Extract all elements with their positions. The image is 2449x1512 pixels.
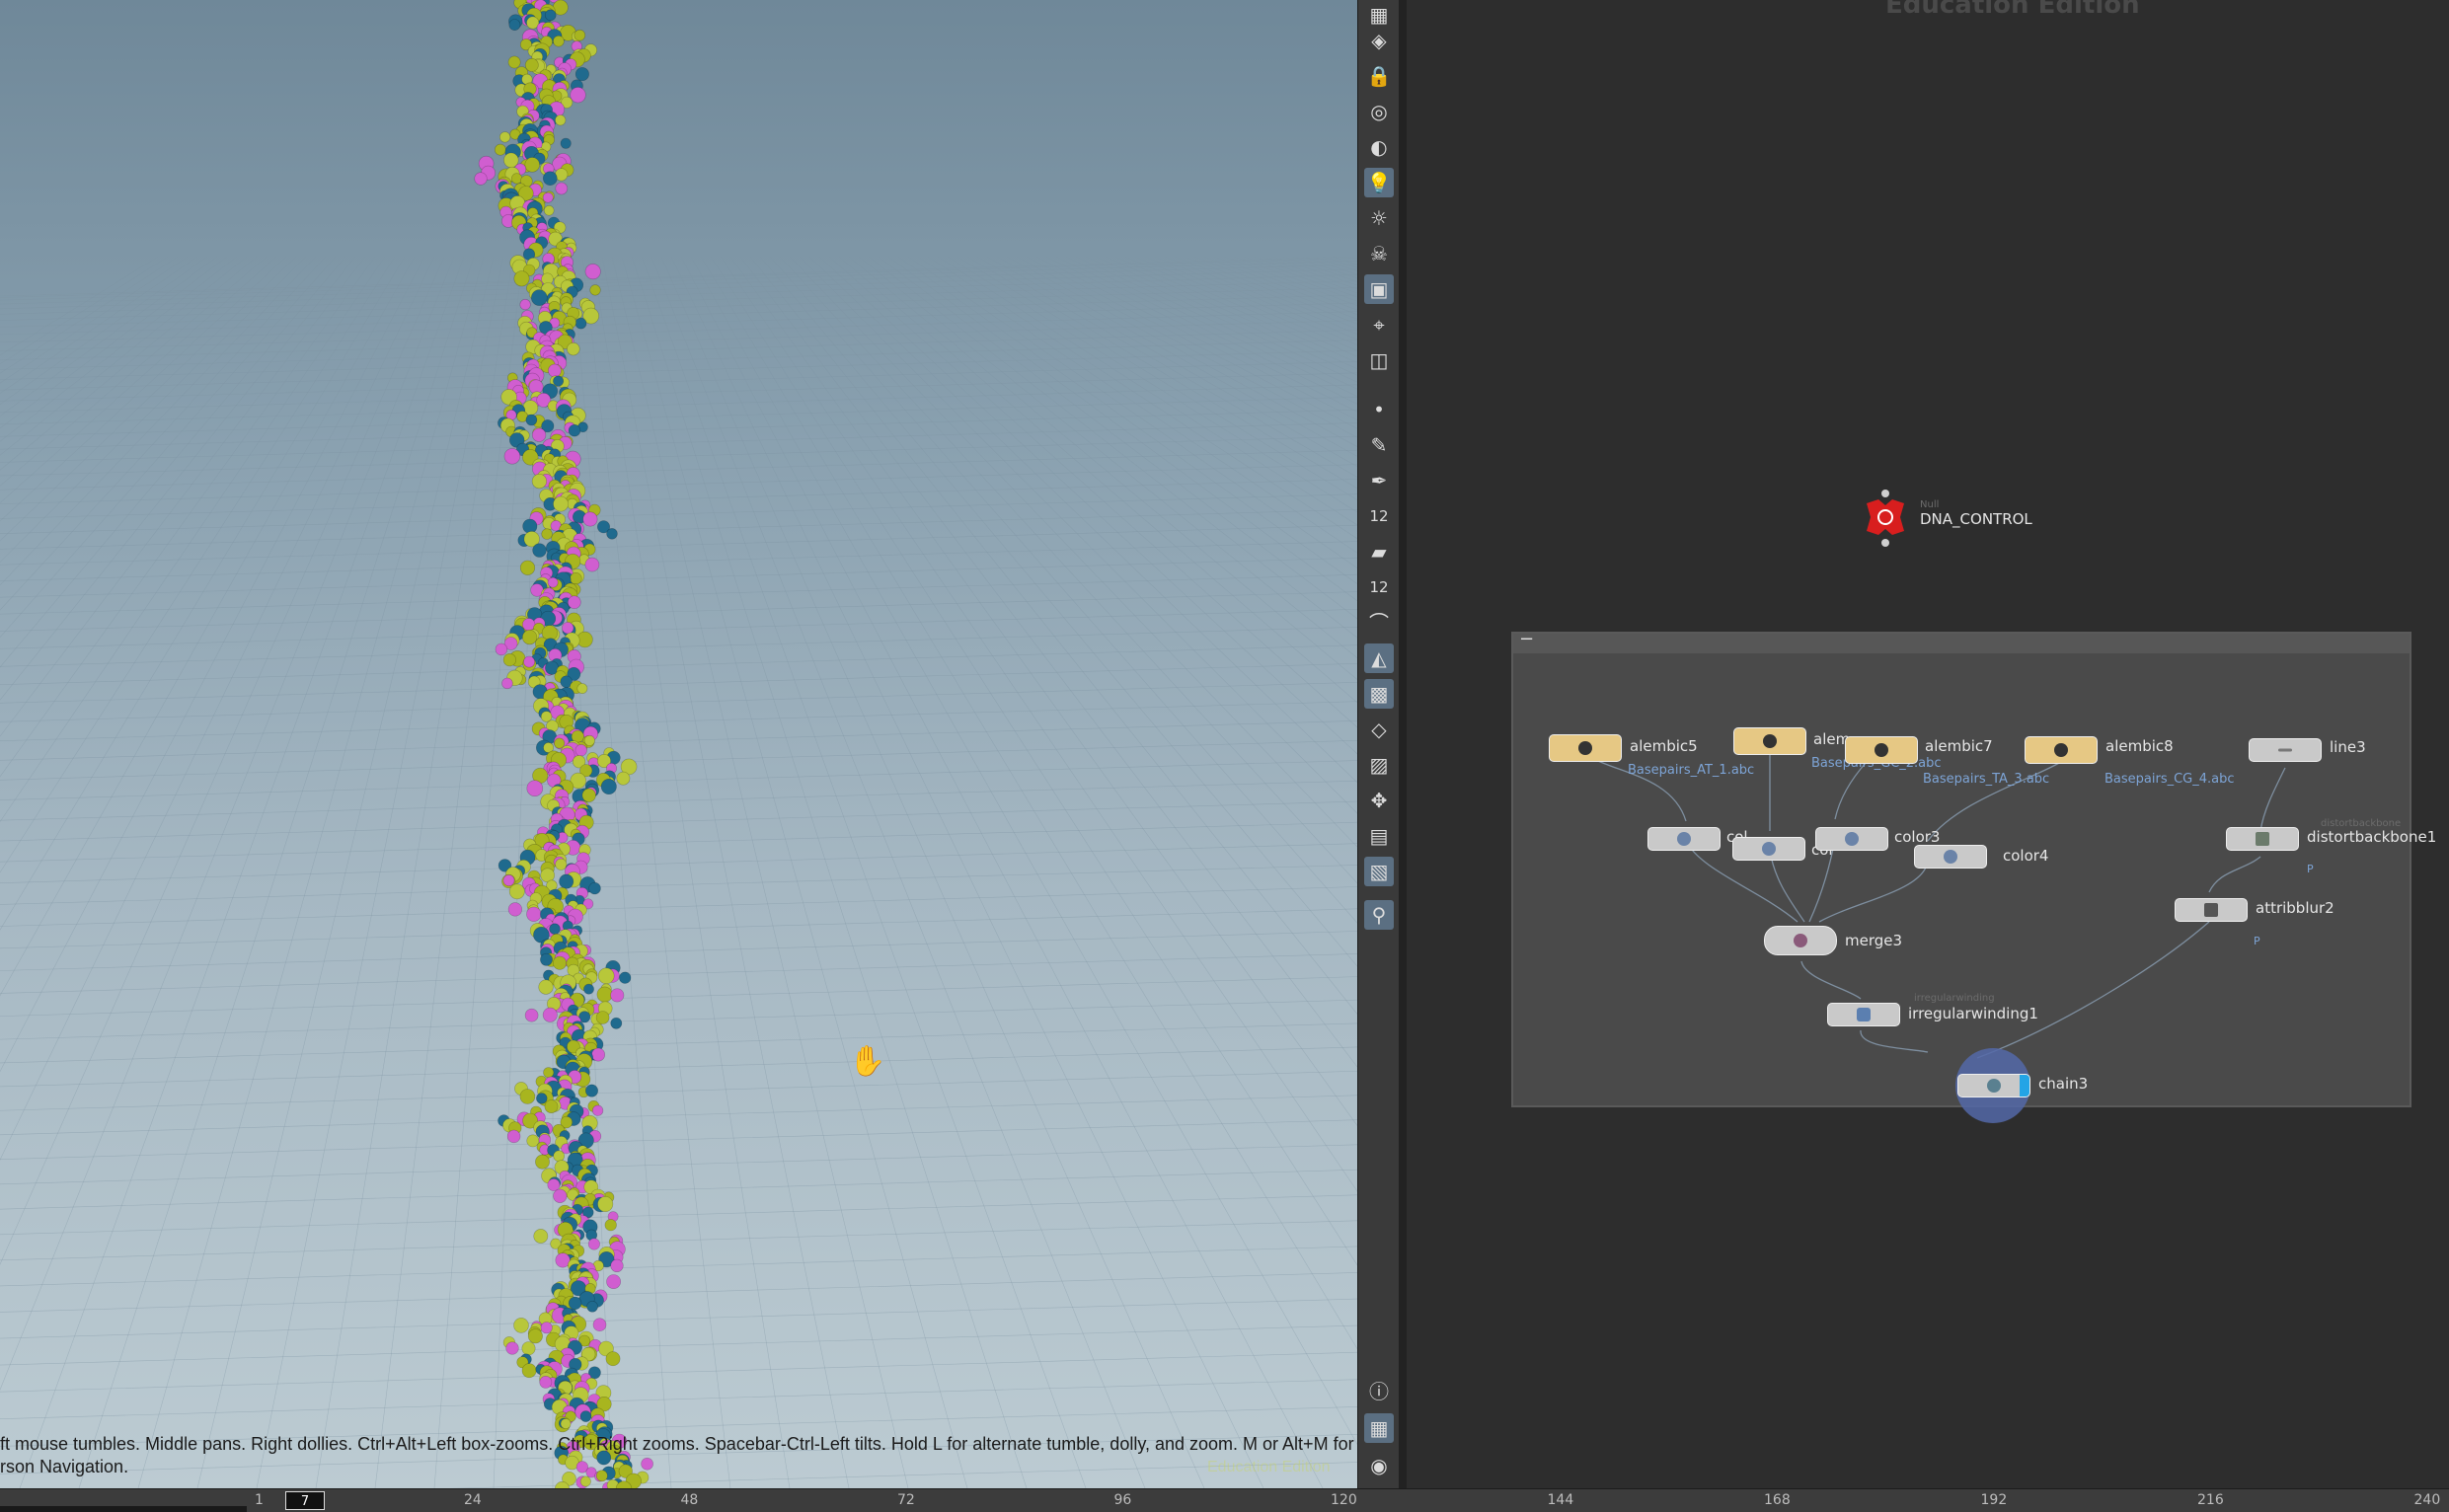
node-merge3-label: merge3 bbox=[1845, 932, 1903, 949]
eye-icon[interactable]: ◉ bbox=[1364, 1451, 1394, 1480]
timeline-tick: 216 bbox=[2197, 1492, 2224, 1508]
node-irregularwinding1-label: irregularwinding1 bbox=[1908, 1005, 2038, 1022]
lock-icon[interactable]: 🔒 bbox=[1364, 61, 1394, 91]
layout-icon[interactable]: ▦ bbox=[1364, 1413, 1394, 1443]
brush-icon[interactable]: ✎ bbox=[1364, 430, 1394, 460]
skull-icon[interactable]: ☠ bbox=[1364, 239, 1394, 268]
node-color4[interactable] bbox=[1914, 845, 1987, 869]
node-distortbackbone1[interactable] bbox=[2226, 827, 2299, 851]
timeline-tick: 24 bbox=[464, 1492, 482, 1508]
timeline-start-frame: 1 bbox=[255, 1492, 264, 1508]
node-alembic7-label: alembic7 bbox=[1925, 737, 1993, 755]
node-color4-label: color4 bbox=[2003, 847, 2049, 865]
camera-view-icon[interactable]: ⌖ bbox=[1364, 310, 1394, 340]
timeline-tick: 144 bbox=[1547, 1492, 1574, 1508]
node-alembic8-file: Basepairs_CG_4.abc bbox=[2105, 772, 2235, 787]
playback-range[interactable] bbox=[0, 1506, 247, 1512]
timeline-tick: 240 bbox=[2413, 1492, 2441, 1508]
node-wires bbox=[1584, 742, 2286, 1059]
ghost-icon[interactable]: ◎ bbox=[1364, 97, 1394, 126]
scene-viewport[interactable]: ft mouse tumbles. Middle pans. Right dol… bbox=[0, 0, 1357, 1488]
null-node-label[interactable]: DNA_CONTROL bbox=[1920, 510, 2032, 528]
paint-icon[interactable]: ▰ bbox=[1364, 537, 1394, 567]
timeline-tick: 96 bbox=[1113, 1492, 1132, 1508]
pen-icon[interactable]: ✒ bbox=[1364, 466, 1394, 495]
hand-pan-icon: ✋ bbox=[849, 1044, 886, 1079]
node-alembic8[interactable] bbox=[2025, 736, 2098, 764]
node-alembic5-label: alembic5 bbox=[1630, 737, 1698, 755]
node-alembic7-file: Basepairs_TA_3.abc bbox=[1923, 772, 2050, 787]
timeline-tick: 168 bbox=[1764, 1492, 1791, 1508]
checker-icon[interactable]: ▩ bbox=[1364, 679, 1394, 709]
dna-helix-model bbox=[474, 0, 653, 1488]
viewport-hint-text: ft mouse tumbles. Middle pans. Right dol… bbox=[0, 1434, 1357, 1476]
pin-icon[interactable]: ⚲ bbox=[1364, 900, 1394, 930]
info-icon[interactable]: ⓘ bbox=[1364, 1377, 1394, 1406]
node-distortbackbone1-flag: P bbox=[2307, 863, 2314, 875]
point-icon[interactable]: • bbox=[1364, 395, 1394, 424]
node-chain3[interactable] bbox=[1957, 1074, 2030, 1097]
shading-icon[interactable]: ◐ bbox=[1364, 132, 1394, 162]
pane-divider[interactable] bbox=[1399, 0, 1407, 1488]
background-icon[interactable]: ▧ bbox=[1364, 857, 1394, 886]
curve-icon[interactable]: ⌒ bbox=[1364, 608, 1394, 638]
node-attribblur2-label: attribblur2 bbox=[2256, 899, 2334, 917]
display-icon[interactable]: ◈ bbox=[1364, 26, 1394, 55]
snapshot-icon[interactable]: ◫ bbox=[1364, 345, 1394, 375]
node-merge3[interactable] bbox=[1764, 926, 1837, 955]
node-chain3-label: chain3 bbox=[2038, 1075, 2089, 1093]
network-box[interactable]: − alembic5 Basepairs_AT_1.abc alem alemb… bbox=[1511, 629, 2436, 1123]
number2-icon[interactable]: 12 bbox=[1364, 572, 1394, 602]
node-alembic5[interactable] bbox=[1549, 734, 1622, 762]
null-node-graphic bbox=[1867, 490, 1904, 547]
viewport-icon[interactable]: ▤ bbox=[1364, 821, 1394, 851]
light-icon[interactable]: 💡 bbox=[1364, 168, 1394, 197]
timeline-tick: 48 bbox=[680, 1492, 699, 1508]
timeline-tick: 120 bbox=[1331, 1492, 1357, 1508]
node-distortbackbone1-label: distortbackbone1 bbox=[2307, 828, 2437, 846]
node-irregularwinding1[interactable] bbox=[1827, 1003, 1900, 1026]
null-node-type: Null bbox=[1920, 499, 1940, 510]
node-line3-label: line3 bbox=[2330, 738, 2366, 756]
node-line3[interactable] bbox=[2249, 738, 2322, 762]
node-irregularwinding1-type: irregularwinding bbox=[1914, 993, 1995, 1004]
timeline-tick: 72 bbox=[897, 1492, 915, 1508]
education-watermark: Education Edition bbox=[1207, 1459, 1331, 1475]
headlight-icon[interactable]: ☼ bbox=[1364, 203, 1394, 233]
node-alembic6[interactable] bbox=[1733, 727, 1806, 755]
node-color3[interactable] bbox=[1815, 827, 1888, 851]
number-icon[interactable]: 12 bbox=[1364, 501, 1394, 531]
transform-icon[interactable]: ✥ bbox=[1364, 786, 1394, 815]
node-alembic5-file: Basepairs_AT_1.abc bbox=[1628, 763, 1755, 778]
current-frame-indicator[interactable]: 7 bbox=[285, 1491, 325, 1510]
viewport-toolbar: ▦ ◈ 🔒 ◎ ◐ 💡 ☼ ☠ ▣ ⌖ ◫ • ✎ ✒ 12 ▰ 12 ⌒ ◭ ▩ ◇ ▨ ✥ ▤ ▧ ⚲ ⓘ ▦ ◉ bbox=[1357, 0, 1401, 1488]
network-editor[interactable]: Education Edition Null DNA_CONTROL − ale… bbox=[1407, 0, 2449, 1488]
camera-icon[interactable]: ▣ bbox=[1364, 274, 1394, 304]
node-alembic8-label: alembic8 bbox=[2105, 737, 2174, 755]
node-attribblur2[interactable] bbox=[2175, 898, 2248, 922]
node-color1[interactable] bbox=[1647, 827, 1721, 851]
timeline-bar[interactable]: 1 7 24 48 72 96 120 144 168 192 216 240 bbox=[0, 1488, 2449, 1512]
node-attribblur2-flag: P bbox=[2254, 935, 2260, 947]
node-color2[interactable] bbox=[1732, 837, 1805, 861]
node-alembic7[interactable] bbox=[1845, 736, 1918, 764]
layers-icon[interactable]: ◇ bbox=[1364, 715, 1394, 744]
surface-icon[interactable]: ◭ bbox=[1364, 643, 1394, 673]
texture-icon[interactable]: ▨ bbox=[1364, 750, 1394, 780]
timeline-tick: 192 bbox=[1980, 1492, 2008, 1508]
node-color3-label: color3 bbox=[1894, 828, 1941, 846]
